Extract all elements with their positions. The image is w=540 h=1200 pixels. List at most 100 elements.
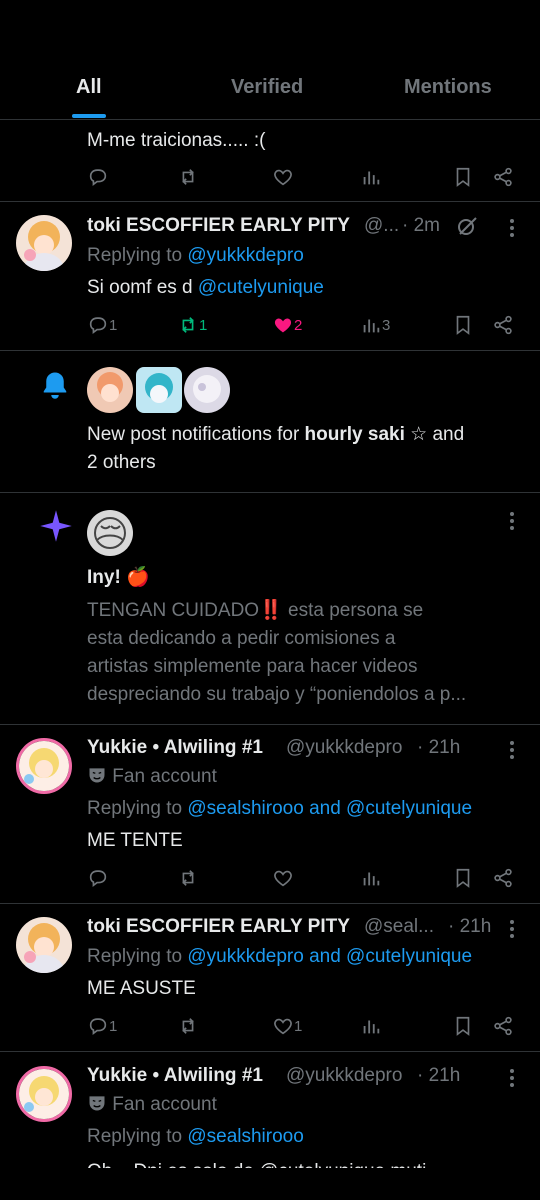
more-icon[interactable] (502, 1066, 522, 1090)
reply-button[interactable]: 1 (87, 313, 117, 337)
bookmark-icon (456, 868, 470, 888)
post-text-body: Si oomf es d (87, 277, 193, 298)
bell-icon (43, 372, 67, 399)
display-name[interactable]: toki ESCOFFIER EARLY PITY (87, 212, 350, 240)
repost-button[interactable]: 1 (177, 313, 207, 337)
grok-icon[interactable] (455, 214, 479, 238)
notification-suffix: and (432, 424, 465, 445)
divider (0, 903, 540, 904)
display-name[interactable]: Yukkie • Alwiling #1 (87, 1062, 263, 1090)
replying-to-label: Replying to (87, 245, 183, 266)
like-button[interactable] (272, 866, 294, 890)
reply-target-link[interactable]: @sealshirooo (187, 1126, 303, 1147)
views-button[interactable] (360, 1014, 382, 1038)
bookmark-icon (456, 167, 470, 187)
repost-button[interactable] (177, 866, 199, 890)
mask-icon (89, 768, 105, 783)
divider (0, 201, 540, 202)
reply-target-link[interactable]: @yukkkdepro and @cutelyunique (187, 946, 472, 967)
notification-account[interactable]: hourly saki ☆ (305, 424, 428, 445)
repost-button[interactable] (177, 1014, 199, 1038)
tab-mentions[interactable]: Mentions (404, 76, 492, 99)
post-text: M-me traicionas..... :( (87, 130, 266, 151)
views-button[interactable]: 3 (360, 313, 390, 337)
mention-link[interactable]: @cutelyunique (198, 277, 324, 298)
share-icon (494, 1016, 512, 1036)
reply-target-link[interactable]: @sealshirooo and @cutelyunique (187, 798, 472, 819)
avatar[interactable] (87, 510, 133, 556)
like-button[interactable] (272, 165, 294, 189)
avatar[interactable] (16, 215, 72, 271)
post-text-line: TENGAN CUIDADO‼️ esta persona se (87, 600, 424, 621)
share-button[interactable] (492, 313, 514, 337)
post-text-line: artistas simplemente para hacer videos (87, 656, 418, 677)
reply-context: Replying to @yukkkdepro (87, 242, 304, 270)
share-button[interactable] (492, 165, 514, 189)
display-name[interactable]: Yukkie • Alwiling #1 (87, 734, 263, 762)
more-icon[interactable] (502, 738, 522, 762)
repost-count: 1 (199, 316, 208, 334)
avatar[interactable] (136, 367, 182, 413)
tab-all[interactable]: All (76, 76, 102, 99)
views-icon (363, 171, 380, 185)
bookmark-icon (456, 1016, 470, 1036)
repost-icon (182, 870, 194, 886)
reply-context: Replying to @sealshirooo (87, 1123, 304, 1151)
bookmark-button[interactable] (452, 866, 474, 890)
views-button[interactable] (360, 165, 382, 189)
views-button[interactable] (360, 866, 382, 890)
views-count: 3 (382, 316, 391, 334)
notification-text-line-1: New post notifications for hourly saki ☆… (87, 421, 464, 449)
display-name[interactable]: toki ESCOFFIER EARLY PITY (87, 913, 350, 941)
reply-context: Replying to @yukkkdepro and @cutelyuniqu… (87, 943, 472, 971)
reply-icon (89, 870, 107, 887)
reply-count: 1 (109, 316, 118, 334)
share-icon (494, 315, 512, 335)
fan-account-label: Fan account (87, 763, 217, 791)
reply-button[interactable] (87, 866, 109, 890)
bookmark-button[interactable] (452, 1014, 474, 1038)
notification-tabs: All Verified Mentions (0, 0, 540, 120)
tab-verified[interactable]: Verified (231, 76, 303, 99)
post-text-line: despreciando su trabajo y “poniendolos a… (87, 684, 467, 705)
replying-to-label: Replying to (87, 946, 183, 967)
display-name[interactable]: Iny! 🍎 (87, 564, 150, 592)
like-count: 1 (294, 1017, 303, 1035)
sparkle-icon (40, 510, 72, 542)
heart-icon (274, 169, 292, 186)
share-icon (494, 167, 512, 187)
bookmark-button[interactable] (452, 313, 474, 337)
replying-to-label: Replying to (87, 1126, 183, 1147)
avatar[interactable] (16, 1066, 72, 1122)
repost-button[interactable] (177, 165, 199, 189)
avatar[interactable] (184, 367, 230, 413)
handle: @seal... (364, 916, 434, 937)
notification-prefix: New post notifications for (87, 424, 300, 445)
share-button[interactable] (492, 1014, 514, 1038)
heart-filled-icon (274, 318, 292, 333)
reply-target-link[interactable]: @yukkkdepro (187, 245, 303, 266)
like-button[interactable]: 1 (272, 1014, 302, 1038)
share-icon (494, 868, 512, 888)
avatar[interactable] (87, 367, 133, 413)
like-count: 2 (294, 316, 303, 334)
divider (0, 350, 540, 351)
notification-text-line-2: 2 others (87, 452, 156, 473)
reply-icon (89, 317, 107, 334)
reply-button[interactable] (87, 165, 109, 189)
share-button[interactable] (492, 866, 514, 890)
avatar[interactable] (16, 738, 72, 794)
more-icon[interactable] (502, 509, 522, 533)
bookmark-button[interactable] (452, 165, 474, 189)
reply-button[interactable]: 1 (87, 1014, 117, 1038)
repost-icon (182, 1018, 194, 1034)
divider (0, 492, 540, 493)
handle: @yukkkdepro (286, 737, 403, 758)
timestamp: · 21h (417, 1065, 461, 1086)
more-icon[interactable] (502, 216, 522, 240)
views-icon (363, 1020, 380, 1034)
like-button[interactable]: 2 (272, 313, 302, 337)
post-text: ME TENTE (87, 830, 183, 851)
avatar[interactable] (16, 917, 72, 973)
more-icon[interactable] (502, 917, 522, 941)
